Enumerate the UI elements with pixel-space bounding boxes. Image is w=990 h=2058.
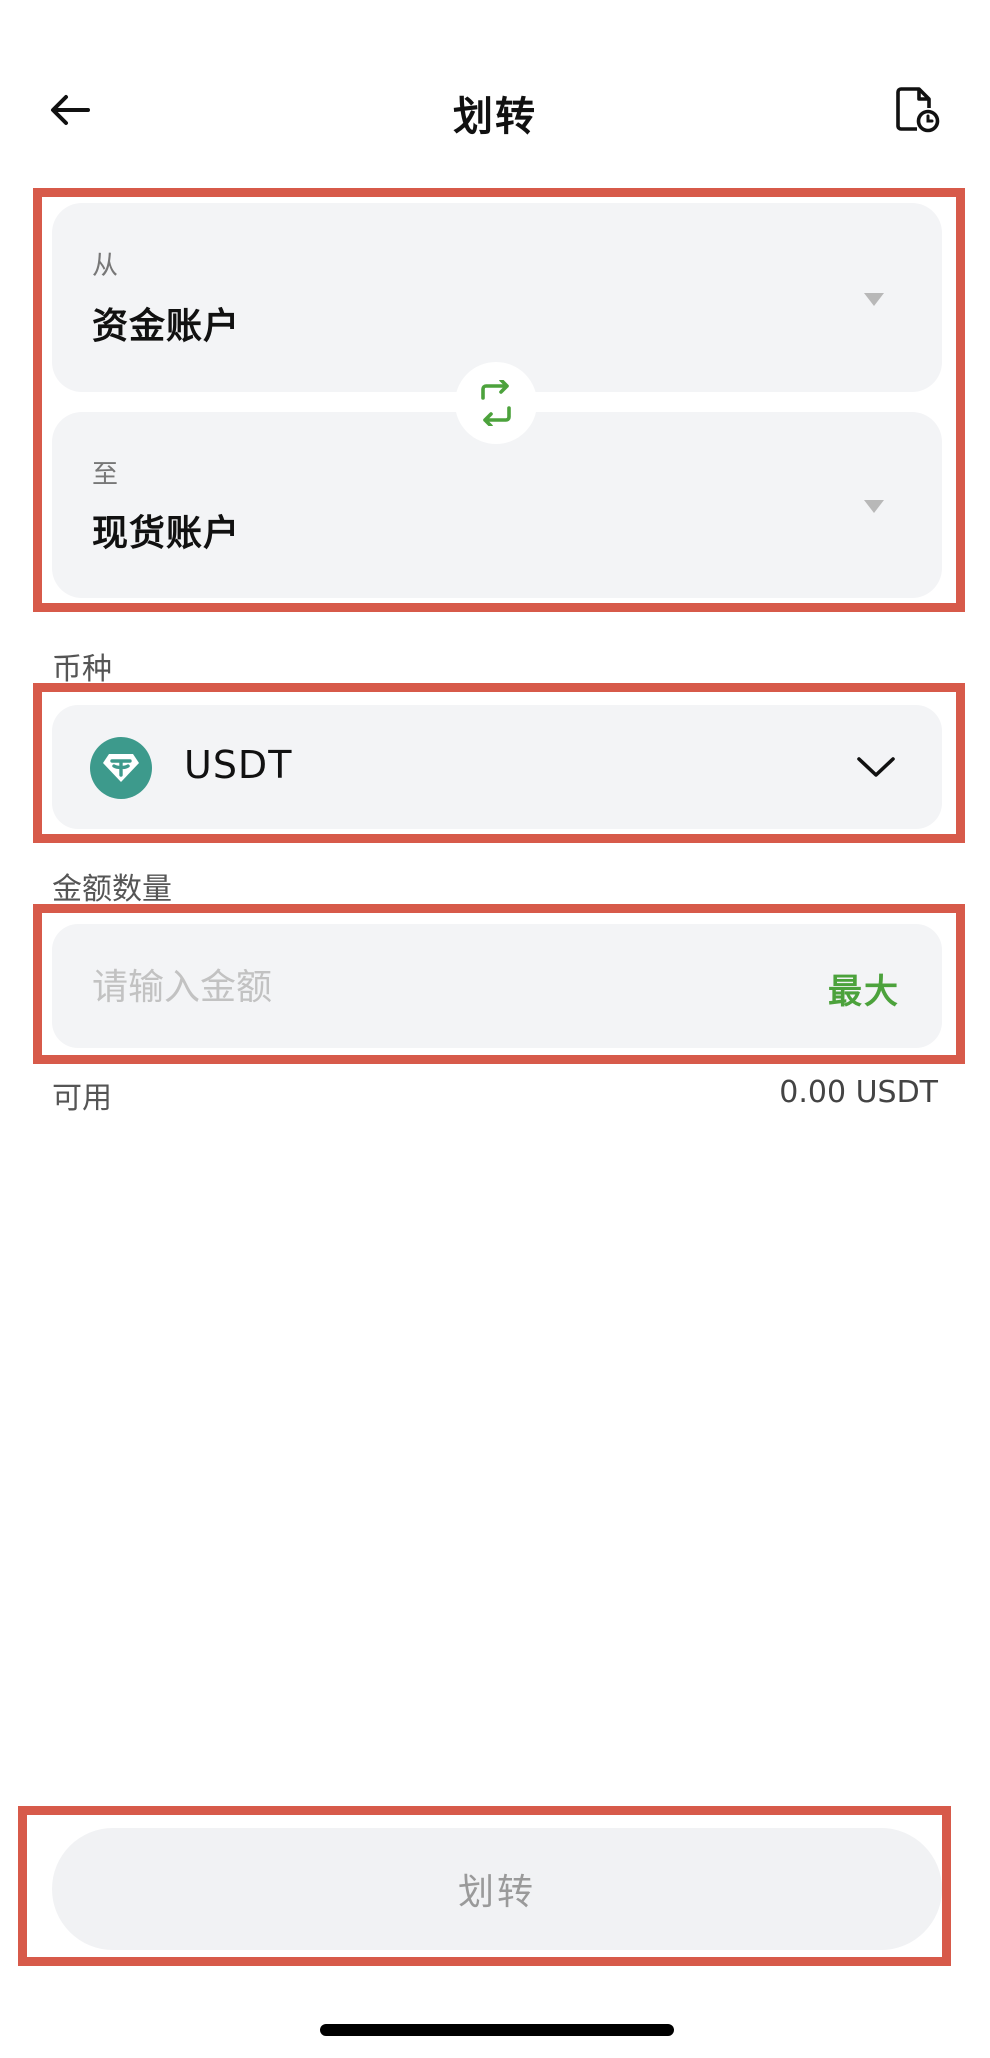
page-title: 划转	[453, 94, 537, 140]
home-indicator	[320, 2024, 674, 2036]
currency-section-label: 币种	[52, 652, 112, 687]
highlight-frame-accounts	[33, 188, 965, 612]
highlight-frame-amount	[33, 904, 965, 1064]
amount-section-label: 金额数量	[52, 872, 172, 907]
highlight-frame-currency	[33, 683, 965, 843]
available-label: 可用	[52, 1081, 112, 1116]
highlight-frame-submit	[18, 1806, 951, 1966]
transfer-history-button[interactable]	[890, 82, 946, 138]
document-clock-icon	[896, 87, 940, 133]
available-balance: 0.00 USDT	[779, 1075, 938, 1110]
